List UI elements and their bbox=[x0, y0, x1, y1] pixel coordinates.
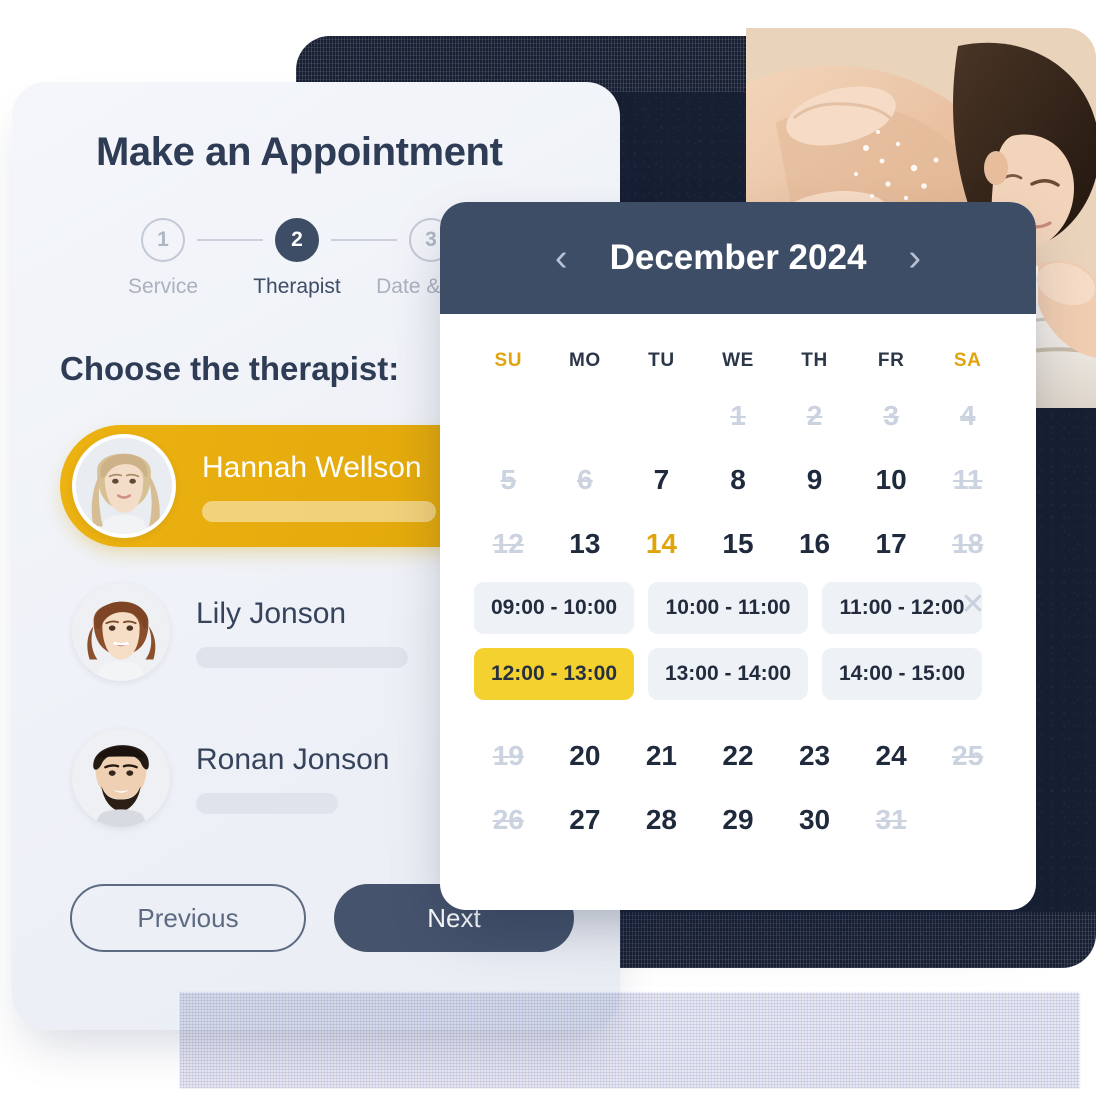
step-2-therapist[interactable]: 2 Therapist bbox=[230, 218, 397, 299]
calendar-day-18: 18 bbox=[952, 528, 984, 559]
calendar-day bbox=[470, 384, 547, 448]
calendar-day bbox=[929, 788, 1006, 852]
page-title: Make an Appointment bbox=[96, 130, 503, 174]
calendar-week-row: 26 27 28 29 30 31 bbox=[470, 788, 1006, 852]
avatar bbox=[72, 434, 176, 538]
calendar-day-4: 4 bbox=[959, 400, 976, 431]
calendar-week-row: 19 20 21 22 23 24 25 bbox=[470, 724, 1006, 788]
time-slot-1300-1400[interactable]: 13:00 - 14:00 bbox=[648, 648, 808, 700]
calendar-panel: ‹ December 2024 › SU MO TU WE TH FR SA 1… bbox=[440, 202, 1036, 910]
calendar-day bbox=[547, 384, 624, 448]
calendar-day-25: 25 bbox=[952, 740, 984, 771]
calendar-day-11: 11 bbox=[952, 464, 983, 495]
therapist-name: Lily Jonson bbox=[196, 596, 347, 630]
calendar-day-26: 26 bbox=[492, 804, 524, 835]
weekday-sa: SA bbox=[953, 350, 982, 371]
chevron-right-icon[interactable]: › bbox=[902, 239, 927, 277]
calendar-day-9[interactable]: 9 bbox=[776, 448, 853, 512]
calendar-day-29[interactable]: 29 bbox=[700, 788, 777, 852]
step-2-label: Therapist bbox=[253, 275, 341, 298]
calendar-day-22[interactable]: 22 bbox=[700, 724, 777, 788]
calendar-day-31: 31 bbox=[875, 804, 907, 835]
calendar-day-13[interactable]: 13 bbox=[547, 512, 624, 576]
calendar-day-7[interactable]: 7 bbox=[623, 448, 700, 512]
calendar-day-21[interactable]: 21 bbox=[623, 724, 700, 788]
close-icon[interactable]: ✕ bbox=[958, 590, 988, 620]
step-1-service[interactable]: 1 Service bbox=[96, 218, 263, 299]
calendar-day-5: 5 bbox=[500, 464, 517, 495]
therapist-detail-placeholder bbox=[202, 500, 436, 522]
calendar-day-28[interactable]: 28 bbox=[623, 788, 700, 852]
calendar-day-15[interactable]: 15 bbox=[700, 512, 777, 576]
time-slot-1000-1100[interactable]: 10:00 - 11:00 bbox=[648, 582, 808, 634]
calendar-day-24[interactable]: 24 bbox=[853, 724, 930, 788]
calendar-header: ‹ December 2024 › bbox=[440, 202, 1036, 314]
calendar-day-30[interactable]: 30 bbox=[776, 788, 853, 852]
therapist-name: Hannah Wellson bbox=[202, 450, 422, 484]
time-slot-row: 09:00 - 10:00 10:00 - 11:00 11:00 - 12:0… bbox=[474, 582, 1002, 634]
weekday-header-row: SU MO TU WE TH FR SA bbox=[470, 340, 1006, 384]
calendar-day-6: 6 bbox=[577, 464, 593, 495]
calendar-body: SU MO TU WE TH FR SA 1 2 3 4 5 6 7 8 9 1… bbox=[440, 314, 1036, 870]
therapist-info: Hannah Wellson bbox=[202, 451, 436, 522]
calendar-day-2: 2 bbox=[806, 400, 823, 431]
calendar-day-17[interactable]: 17 bbox=[853, 512, 930, 576]
calendar-day-27[interactable]: 27 bbox=[547, 788, 624, 852]
therapist-detail-placeholder bbox=[196, 792, 338, 814]
weekday-fr: FR bbox=[877, 350, 905, 371]
calendar-day-23[interactable]: 23 bbox=[776, 724, 853, 788]
calendar-day bbox=[623, 384, 700, 448]
calendar-week-row: 5 6 7 8 9 10 11 bbox=[470, 448, 1006, 512]
calendar-day-10[interactable]: 10 bbox=[853, 448, 930, 512]
time-slot-1200-1300-selected[interactable]: 12:00 - 13:00 bbox=[474, 648, 634, 700]
calendar-month-label: December 2024 bbox=[609, 238, 867, 277]
weekday-mo: MO bbox=[568, 350, 601, 371]
stepper: 1 Service 2 Therapist 3 Date & time bbox=[96, 218, 531, 299]
step-1-number: 1 bbox=[141, 218, 185, 262]
weekday-tu: TU bbox=[648, 350, 675, 371]
calendar-day-20[interactable]: 20 bbox=[547, 724, 624, 788]
time-slot-row: 12:00 - 13:00 13:00 - 14:00 14:00 - 15:0… bbox=[474, 648, 1002, 700]
calendar-week-row: 1 2 3 4 bbox=[470, 384, 1006, 448]
calendar-day-1: 1 bbox=[730, 400, 746, 431]
therapist-info: Lily Jonson bbox=[196, 597, 408, 668]
chevron-left-icon[interactable]: ‹ bbox=[549, 239, 574, 277]
time-slot-picker: ✕ 09:00 - 10:00 10:00 - 11:00 11:00 - 12… bbox=[470, 576, 1006, 724]
calendar-day-19: 19 bbox=[492, 740, 524, 771]
avatar bbox=[72, 583, 170, 681]
previous-button[interactable]: Previous bbox=[70, 884, 306, 952]
time-slot-0900-1000[interactable]: 09:00 - 10:00 bbox=[474, 582, 634, 634]
therapist-info: Ronan Jonson bbox=[196, 743, 389, 814]
step-1-label: Service bbox=[127, 275, 199, 298]
calendar-day-16[interactable]: 16 bbox=[776, 512, 853, 576]
weekday-su: SU bbox=[494, 350, 523, 371]
calendar-day-14-selected[interactable]: 14 bbox=[623, 512, 700, 576]
time-slot-1400-1500[interactable]: 14:00 - 15:00 bbox=[822, 648, 982, 700]
weekday-th: TH bbox=[801, 350, 828, 371]
weekday-we: WE bbox=[722, 350, 754, 371]
step-2-number: 2 bbox=[275, 218, 319, 262]
calendar-day-12: 12 bbox=[492, 528, 524, 559]
screenshot-stage: Make an Appointment 1 Service 2 Therapis… bbox=[0, 0, 1120, 1120]
avatar bbox=[72, 729, 170, 827]
therapist-name: Ronan Jonson bbox=[196, 742, 390, 776]
therapist-detail-placeholder bbox=[196, 646, 408, 668]
calendar-week-row: 12 13 14 15 16 17 18 bbox=[470, 512, 1006, 576]
choose-therapist-heading: Choose the therapist: bbox=[60, 350, 400, 387]
calendar-day-3: 3 bbox=[883, 400, 899, 431]
calendar-day-8[interactable]: 8 bbox=[700, 448, 777, 512]
